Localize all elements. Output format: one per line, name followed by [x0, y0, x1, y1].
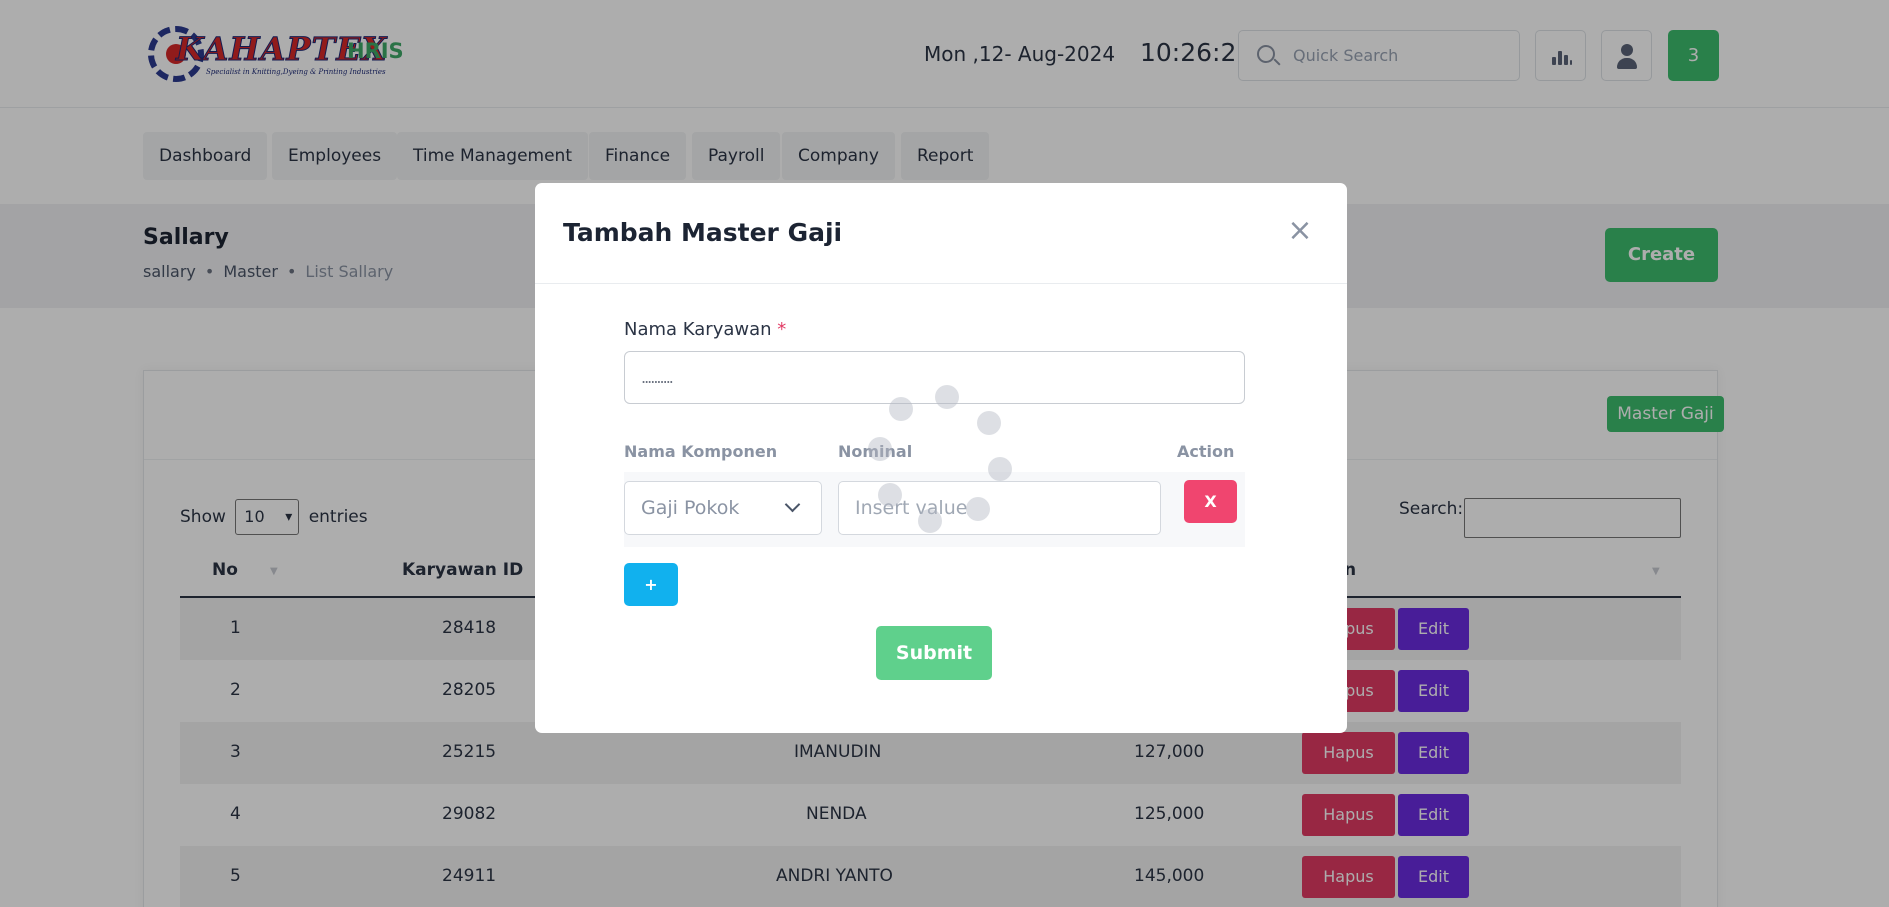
modal-header: Tambah Master Gaji ×: [535, 183, 1347, 284]
col-header-component: Nama Komponen: [624, 442, 778, 461]
nominal-placeholder: Insert value: [855, 497, 968, 519]
col-header-action: Action: [1177, 442, 1235, 461]
required-mark: *: [777, 319, 787, 340]
employee-name-value: ..........: [641, 368, 674, 387]
component-select[interactable]: Gaji Pokok: [624, 481, 822, 535]
loading-spinner-icon: [535, 183, 1012, 533]
add-component-button[interactable]: +: [624, 563, 678, 606]
component-select-value: Gaji Pokok: [641, 497, 740, 519]
employee-name-label: Nama Karyawan *: [624, 319, 787, 340]
add-master-gaji-modal: Tambah Master Gaji × Nama Karyawan * ...…: [535, 183, 1347, 733]
modal-title: Tambah Master Gaji: [563, 218, 843, 247]
remove-component-button[interactable]: X: [1184, 480, 1237, 523]
chevron-down-icon: [784, 496, 801, 513]
close-icon[interactable]: ×: [1285, 216, 1315, 247]
submit-button[interactable]: Submit: [876, 626, 992, 680]
